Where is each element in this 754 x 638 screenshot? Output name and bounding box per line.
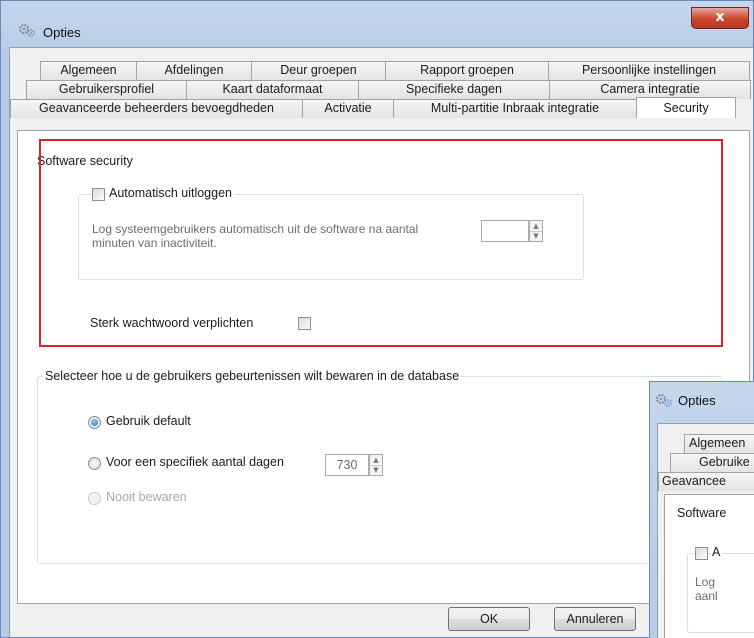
tab-row-3: Geavanceerde beheerders bevoegdheden Act… (10, 97, 753, 118)
options-window: Opties x Algemeen Afdelingen Deur groepe… (0, 0, 754, 638)
tab-activatie[interactable]: Activatie (302, 99, 394, 118)
window-title: Opties (43, 25, 81, 40)
overlay-window-title: Opties (678, 393, 716, 408)
settings-gears-icon (19, 24, 35, 37)
software-security-highlight (39, 139, 723, 347)
overlay-tab-algemeen[interactable]: Algemeen (684, 434, 754, 453)
radio-use-default[interactable] (88, 416, 101, 429)
tab-deur-groepen[interactable]: Deur groepen (251, 61, 386, 80)
overlay-tab-page: Software A Log aanl (664, 494, 754, 638)
days-input[interactable]: 730 (325, 454, 369, 476)
overlay-description-line2: aanl (695, 589, 718, 603)
tab-security[interactable]: Security (636, 97, 736, 118)
days-spinner[interactable]: ▲ ▼ (369, 454, 383, 476)
overlay-options-window[interactable]: Opties Algemeen Gebruike Geavancee Softw… (649, 381, 754, 638)
tab-gebruikersprofiel[interactable]: Gebruikersprofiel (26, 80, 187, 99)
radio-specific-days-label: Voor een specifiek aantal dagen (106, 455, 284, 469)
overlay-tab-gebruikersprofiel[interactable]: Gebruike (670, 453, 754, 472)
radio-never-store[interactable] (88, 492, 101, 505)
tab-row-1: Algemeen Afdelingen Deur groepen Rapport… (40, 61, 752, 80)
tab-multi-partitie-inbraak-integratie[interactable]: Multi-partitie Inbraak integratie (393, 99, 637, 118)
overlay-description-line1: Log (695, 575, 716, 589)
overlay-tab-geavanceerde[interactable]: Geavancee (658, 472, 754, 491)
tab-rapport-groepen[interactable]: Rapport groepen (385, 61, 549, 80)
tab-afdelingen[interactable]: Afdelingen (136, 61, 252, 80)
tab-specifieke-dagen[interactable]: Specifieke dagen (358, 80, 550, 99)
cancel-button[interactable]: Annuleren (554, 607, 636, 631)
radio-specific-days[interactable] (88, 457, 101, 470)
settings-gears-icon (656, 394, 672, 407)
overlay-software-legend: Software (677, 506, 727, 520)
close-icon: x (715, 9, 725, 25)
radio-never-store-label: Nooit bewaren (106, 490, 187, 504)
overlay-auto-logout-checkbox[interactable] (695, 547, 708, 560)
ok-button[interactable]: OK (448, 607, 530, 631)
events-storage-legend: Selecteer hoe u de gebruikers gebeurteni… (43, 369, 462, 383)
tab-geavanceerde-beheerders-bevoegdheden[interactable]: Geavanceerde beheerders bevoegdheden (10, 99, 303, 118)
spin-down-icon[interactable]: ▼ (370, 465, 382, 475)
overlay-client-area: Algemeen Gebruike Geavancee Software A L… (657, 423, 754, 638)
radio-use-default-label: Gebruik default (106, 414, 191, 428)
tab-kaart-dataformaat[interactable]: Kaart dataformaat (186, 80, 359, 99)
tab-algemeen[interactable]: Algemeen (40, 61, 137, 80)
tab-persoonlijke-instellingen[interactable]: Persoonlijke instellingen (548, 61, 750, 80)
close-button[interactable]: x (691, 7, 749, 29)
overlay-auto-logout-label: A (710, 545, 723, 559)
title-bar[interactable]: Opties x (1, 1, 753, 47)
